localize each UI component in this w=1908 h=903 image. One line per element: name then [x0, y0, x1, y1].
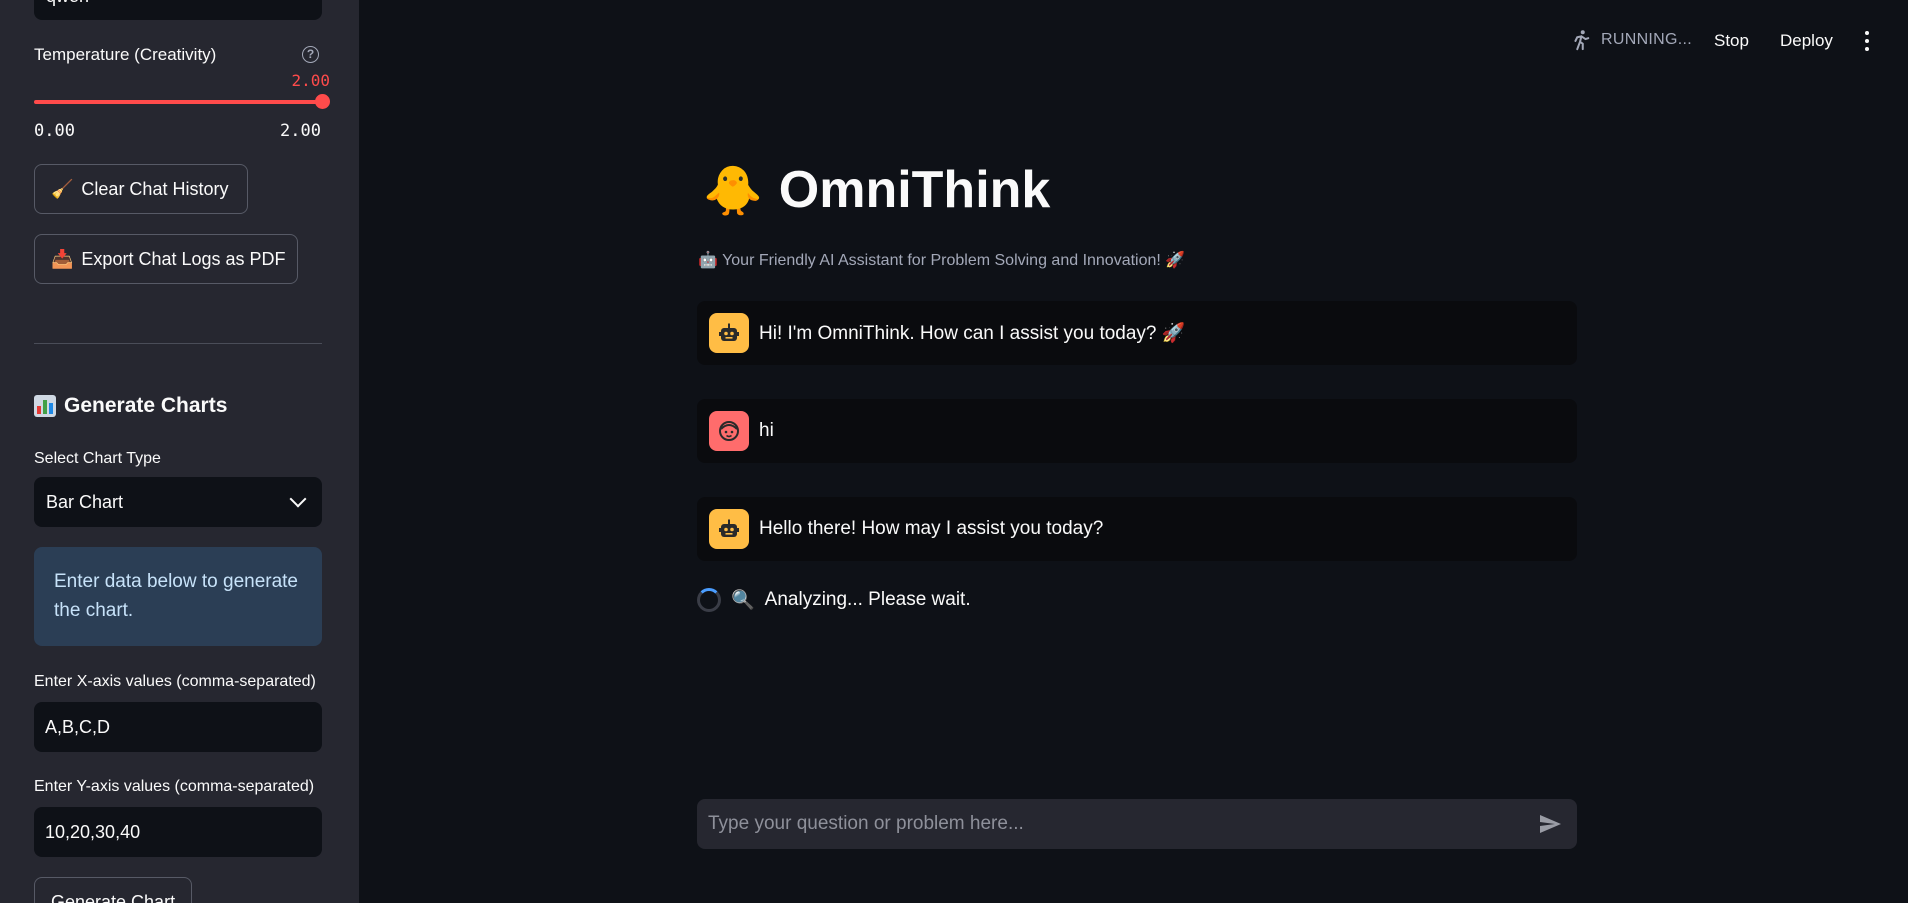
robot-icon: 🤖	[698, 252, 718, 269]
bot-avatar-icon	[709, 509, 749, 549]
broom-icon: 🧹	[51, 178, 74, 199]
chick-icon: 🐥	[703, 164, 763, 218]
magnifier-icon: 🔍	[731, 590, 755, 611]
spinner-icon	[697, 588, 721, 612]
chevron-down-icon	[289, 490, 307, 508]
loading-indicator: 🔍 Analyzing... Please wait.	[697, 588, 971, 612]
bot-avatar-icon	[709, 313, 749, 353]
page-title-text: OmniThink	[778, 161, 1051, 219]
page-title: 🐥 OmniThink	[703, 160, 1050, 220]
y-axis-input[interactable]	[34, 807, 322, 857]
chat-message-text: hi	[759, 420, 774, 441]
model-input[interactable]: qwen	[34, 0, 322, 20]
chart-type-select[interactable]: Bar Chart	[34, 477, 322, 527]
loading-text: Analyzing... Please wait.	[764, 589, 971, 610]
deploy-button[interactable]: Deploy	[1780, 31, 1833, 51]
generate-chart-button[interactable]: Generate Chart	[34, 877, 192, 903]
page-subtitle: 🤖 Your Friendly AI Assistant for Problem…	[698, 250, 1185, 270]
sidebar: qwen Temperature (Creativity) ? 2.00 0.0…	[0, 0, 359, 903]
chat-message: hi	[697, 399, 1577, 463]
temperature-value: 2.00	[291, 71, 330, 90]
export-pdf-button[interactable]: 📥 Export Chat Logs as PDF	[34, 234, 298, 284]
stop-button[interactable]: Stop	[1714, 31, 1749, 51]
running-icon	[1574, 30, 1590, 51]
chat-message: Hi! I'm OmniThink. How can I assist you …	[697, 301, 1577, 365]
x-axis-label: Enter X-axis values (comma-separated)	[34, 673, 316, 690]
generate-charts-heading: Generate Charts	[34, 394, 227, 418]
temperature-slider-track[interactable]	[34, 100, 322, 104]
chat-message-text: Hello there! How may I assist you today?	[759, 518, 1104, 539]
main-menu-icon[interactable]	[1864, 31, 1870, 51]
chat-message-text: Hi! I'm OmniThink. How can I assist you …	[759, 323, 1186, 344]
temperature-slider-thumb[interactable]	[315, 94, 330, 109]
chat-input[interactable]	[697, 799, 1577, 849]
y-axis-label: Enter Y-axis values (comma-separated)	[34, 778, 315, 795]
chat-message: Hello there! How may I assist you today?	[697, 497, 1577, 561]
sidebar-divider	[34, 343, 322, 344]
running-status: RUNNING...	[1569, 28, 1692, 52]
temperature-label: Temperature (Creativity)	[34, 45, 217, 64]
user-avatar-icon	[709, 411, 749, 451]
temperature-min: 0.00	[34, 121, 75, 141]
generate-chart-label: Generate Chart	[51, 891, 176, 903]
page-subtitle-text: Your Friendly AI Assistant for Problem S…	[722, 252, 1186, 269]
bar-chart-icon	[34, 395, 56, 417]
x-axis-input[interactable]	[34, 702, 322, 752]
export-pdf-label: Export Chat Logs as PDF	[81, 248, 286, 269]
generate-charts-title: Generate Charts	[64, 394, 228, 417]
running-status-text: RUNNING...	[1601, 31, 1692, 48]
temperature-max: 2.00	[280, 121, 321, 141]
clear-chat-button[interactable]: 🧹 Clear Chat History	[34, 164, 248, 214]
clear-chat-label: Clear Chat History	[81, 178, 229, 199]
chart-info-alert: Enter data below to generate the chart.	[34, 547, 322, 646]
inbox-tray-icon: 📥	[51, 248, 74, 269]
chart-type-value: Bar Chart	[46, 491, 124, 512]
chart-type-label: Select Chart Type	[34, 450, 161, 467]
send-icon[interactable]	[1538, 812, 1562, 836]
help-icon[interactable]: ?	[302, 46, 319, 63]
